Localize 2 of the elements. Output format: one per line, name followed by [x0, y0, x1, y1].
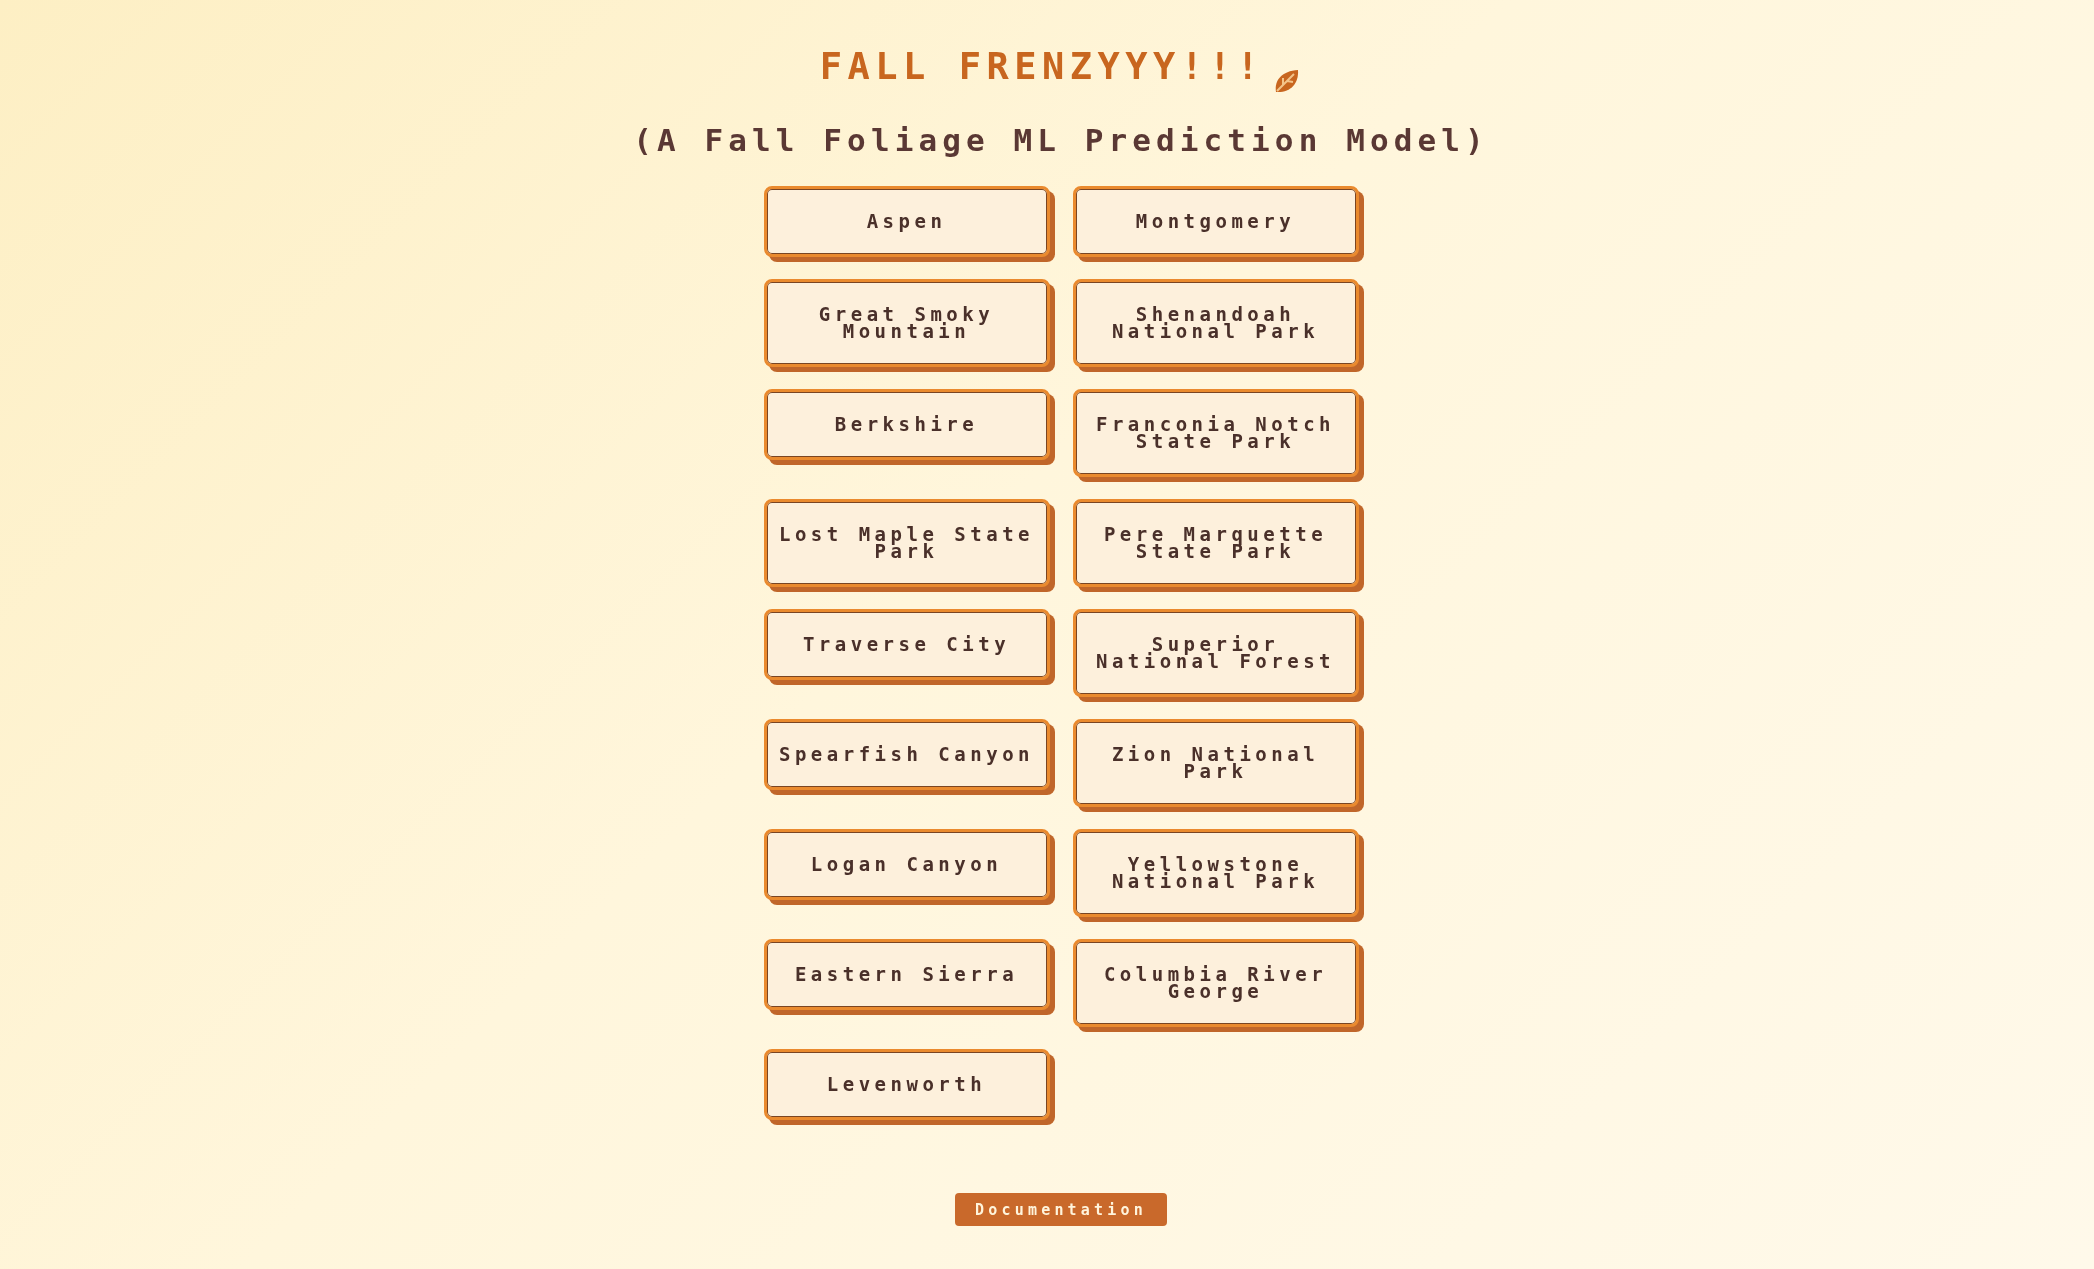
page-title: FALL FRENZYYY!!! — [819, 44, 1265, 90]
page-subtitle: (A Fall Foliage ML Prediction Model) — [633, 121, 1489, 160]
